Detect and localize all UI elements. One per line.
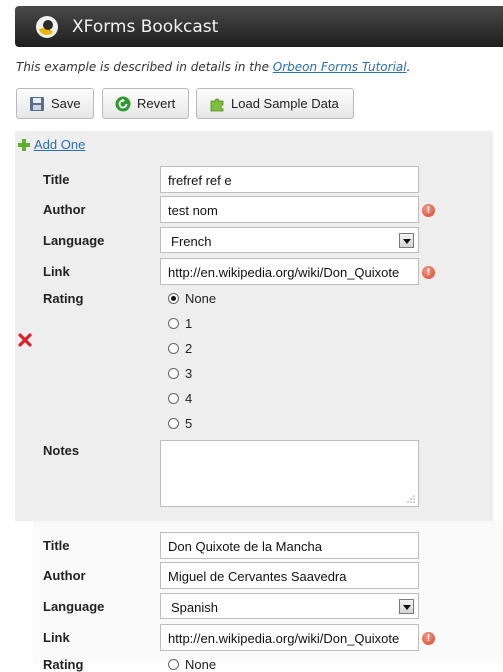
author-error-icon[interactable]: ! [422, 204, 435, 217]
author-label: Author [43, 202, 86, 217]
revert-button[interactable]: Revert [102, 88, 189, 119]
rating-label: Rating [43, 657, 84, 672]
rating-option-3[interactable]: 3 [168, 366, 192, 381]
radio-button[interactable] [168, 318, 179, 329]
rating-option-4[interactable]: 4 [168, 391, 192, 406]
floppy-disk-icon [30, 96, 44, 111]
author-input[interactable]: test nom [160, 196, 419, 223]
author-input[interactable]: Miguel de Cervantes Saavedra [160, 562, 419, 589]
notes-label: Notes [43, 443, 80, 458]
language-label: Language [43, 233, 105, 248]
rating-option-1[interactable]: 1 [168, 316, 192, 331]
rating-option-5[interactable]: 5 [168, 416, 192, 431]
dropdown-arrow-icon[interactable] [399, 233, 414, 248]
revert-icon [115, 96, 131, 111]
radio-button[interactable] [168, 293, 179, 304]
author-label: Author [43, 568, 86, 583]
puzzle-piece-icon [210, 98, 224, 111]
link-input[interactable]: http://en.wikipedia.org/wiki/Don_Quixote [160, 258, 419, 285]
title-label: Title [43, 538, 70, 553]
save-button[interactable]: Save [16, 88, 94, 119]
link-label: Link [43, 264, 70, 279]
rating-option-none[interactable]: None [168, 657, 216, 672]
radio-button[interactable] [168, 393, 179, 404]
title-input[interactable]: frefref ref e [160, 166, 419, 193]
link-input[interactable]: http://en.wikipedia.org/wiki/Don_Quixote [160, 624, 419, 651]
description-text: This example is described in details in … [16, 60, 411, 74]
plus-icon [18, 138, 30, 151]
radio-button[interactable] [168, 368, 179, 379]
link-error-icon[interactable]: ! [422, 632, 435, 645]
link-error-icon[interactable]: ! [422, 266, 435, 279]
resize-grip-icon[interactable] [407, 495, 415, 503]
link-label: Link [43, 630, 70, 645]
app-header: XForms Bookcast [15, 6, 503, 47]
orbeon-logo-icon [36, 15, 58, 38]
language-label: Language [43, 599, 105, 614]
app-title: XForms Bookcast [72, 16, 219, 37]
title-label: Title [43, 172, 70, 187]
radio-button[interactable] [168, 418, 179, 429]
dropdown-arrow-icon[interactable] [399, 599, 414, 614]
rating-label: Rating [43, 291, 84, 306]
radio-button[interactable] [168, 659, 179, 670]
title-input[interactable]: Don Quixote de la Mancha [160, 532, 419, 559]
tutorial-link[interactable]: Orbeon Forms Tutorial [273, 60, 407, 74]
add-one-link[interactable]: Add One [18, 137, 85, 152]
rating-option-none[interactable]: None [168, 291, 216, 306]
radio-button[interactable] [168, 343, 179, 354]
delete-record-icon[interactable] [18, 333, 32, 347]
language-select[interactable]: French [160, 227, 419, 253]
load-sample-data-button[interactable]: Load Sample Data [196, 88, 354, 119]
notes-textarea[interactable] [160, 440, 419, 507]
language-select[interactable]: Spanish [160, 593, 419, 619]
rating-option-2[interactable]: 2 [168, 341, 192, 356]
